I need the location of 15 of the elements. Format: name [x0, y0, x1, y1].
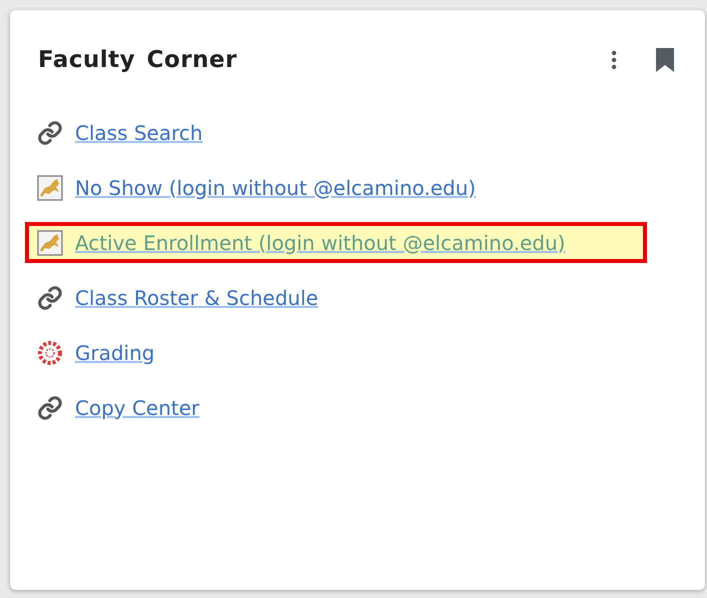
- card-title: Faculty Corner: [38, 47, 238, 73]
- cat-icon: [37, 174, 63, 200]
- more-options-button[interactable]: [611, 50, 617, 70]
- link[interactable]: Active Enrollment (login without @elcamino.edu): [75, 230, 566, 254]
- link[interactable]: Grading: [75, 340, 155, 364]
- link[interactable]: No Show (login without @elcamino.edu): [75, 176, 476, 200]
- link[interactable]: Class Roster & Schedule: [75, 286, 318, 310]
- link-icon: [37, 394, 63, 420]
- link-icon: [37, 284, 63, 310]
- dotted-ring-icon: [37, 340, 63, 366]
- cat-icon: [37, 230, 63, 256]
- link[interactable]: Copy Center: [75, 396, 200, 420]
- link-icon: [37, 120, 63, 146]
- link[interactable]: Class Search: [75, 120, 203, 144]
- bookmark-button[interactable]: [655, 47, 675, 73]
